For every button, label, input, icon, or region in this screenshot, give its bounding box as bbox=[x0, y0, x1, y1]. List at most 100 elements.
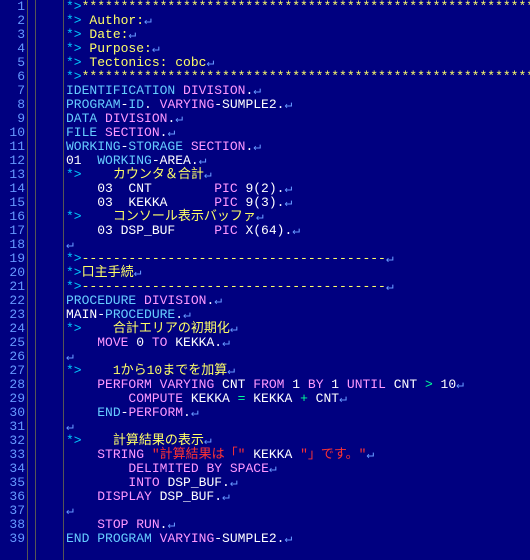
eol-marker: ↵ bbox=[214, 293, 222, 308]
code-line[interactable]: PROCEDURE DIVISION.↵ bbox=[66, 294, 530, 308]
code-line[interactable]: END-PERFORM.↵ bbox=[66, 406, 530, 420]
line-number: 35 bbox=[0, 476, 25, 490]
code-token: 03 CNT bbox=[66, 181, 214, 196]
code-line[interactable]: PERFORM VARYING CNT FROM 1 BY 1 UNTIL CN… bbox=[66, 378, 530, 392]
code-line[interactable]: *> Purpose:↵ bbox=[66, 42, 530, 56]
line-number: 22 bbox=[0, 294, 25, 308]
code-line[interactable]: DATA DIVISION.↵ bbox=[66, 112, 530, 126]
code-token: DIVISION bbox=[105, 111, 167, 126]
line-number: 13 bbox=[0, 168, 25, 182]
code-line[interactable]: *>--------------------------------------… bbox=[66, 280, 530, 294]
line-number: 16 bbox=[0, 210, 25, 224]
code-token: -AREA. bbox=[152, 153, 199, 168]
code-line[interactable]: *>口主手続↵ bbox=[66, 266, 530, 280]
code-line[interactable]: *> コンソール表示バッファ↵ bbox=[66, 210, 530, 224]
eol-marker: ↵ bbox=[292, 223, 300, 238]
code-line[interactable]: *>**************************************… bbox=[66, 70, 530, 84]
code-line[interactable]: STRING "計算結果は「" KEKKA "」です。"↵ bbox=[66, 448, 530, 462]
eol-marker: ↵ bbox=[284, 97, 292, 112]
code-line[interactable]: IDENTIFICATION DIVISION.↵ bbox=[66, 84, 530, 98]
code-token: DIVISION bbox=[144, 293, 206, 308]
eol-marker: ↵ bbox=[222, 335, 230, 350]
line-number: 26 bbox=[0, 350, 25, 364]
code-token: UNTIL bbox=[347, 377, 386, 392]
eol-marker: ↵ bbox=[253, 83, 261, 98]
code-line[interactable]: *> カウンタ＆合計↵ bbox=[66, 168, 530, 182]
code-token: *> bbox=[66, 13, 82, 28]
code-token: KEKKA bbox=[183, 391, 238, 406]
eol-marker: ↵ bbox=[128, 27, 136, 42]
code-line[interactable]: ↵ bbox=[66, 238, 530, 252]
code-token: STOP bbox=[97, 517, 128, 532]
code-line[interactable]: STOP RUN.↵ bbox=[66, 518, 530, 532]
code-token: *> bbox=[66, 27, 82, 42]
code-token: DELIMITED bbox=[128, 461, 198, 476]
code-token: コンソール表示バッファ bbox=[82, 209, 256, 224]
code-line[interactable]: FILE SECTION.↵ bbox=[66, 126, 530, 140]
code-line[interactable]: *> 合計エリアの初期化↵ bbox=[66, 322, 530, 336]
code-line[interactable]: MAIN-PROCEDURE.↵ bbox=[66, 308, 530, 322]
code-token: PIC bbox=[214, 223, 237, 238]
eol-marker: ↵ bbox=[167, 125, 175, 140]
code-line[interactable]: *>**************************************… bbox=[66, 0, 530, 14]
code-line[interactable]: *> 1から10までを加算↵ bbox=[66, 364, 530, 378]
line-number: 28 bbox=[0, 378, 25, 392]
eol-marker: ↵ bbox=[284, 531, 292, 546]
line-number: 20 bbox=[0, 266, 25, 280]
code-line[interactable]: ↵ bbox=[66, 504, 530, 518]
code-token: 1 bbox=[324, 377, 347, 392]
code-line[interactable]: 03 DSP_BUF PIC X(64).↵ bbox=[66, 224, 530, 238]
eol-marker: ↵ bbox=[66, 237, 74, 252]
code-token: "」です。" bbox=[300, 447, 366, 462]
code-line[interactable]: MOVE 0 TO KEKKA.↵ bbox=[66, 336, 530, 350]
eol-marker: ↵ bbox=[66, 503, 74, 518]
code-line[interactable]: ↵ bbox=[66, 350, 530, 364]
eol-marker: ↵ bbox=[230, 475, 238, 490]
line-number: 33 bbox=[0, 448, 25, 462]
code-token: *> bbox=[66, 321, 82, 336]
code-token: PIC bbox=[214, 195, 237, 210]
code-line[interactable]: *> 計算結果の表示↵ bbox=[66, 434, 530, 448]
code-line[interactable]: ↵ bbox=[66, 420, 530, 434]
code-area[interactable]: *>**************************************… bbox=[64, 0, 530, 560]
line-number: 25 bbox=[0, 336, 25, 350]
code-token: BY bbox=[308, 377, 324, 392]
eol-marker: ↵ bbox=[366, 447, 374, 462]
code-line[interactable]: *> Author:↵ bbox=[66, 14, 530, 28]
code-token: COMPUTE bbox=[128, 391, 183, 406]
code-token: MAIN- bbox=[66, 307, 105, 322]
code-line[interactable]: COMPUTE KEKKA = KEKKA + CNT↵ bbox=[66, 392, 530, 406]
code-token: ID bbox=[128, 97, 144, 112]
code-token: WORKING bbox=[97, 153, 152, 168]
line-number: 18 bbox=[0, 238, 25, 252]
code-token: 01 bbox=[66, 153, 97, 168]
code-token: PROGRAM bbox=[97, 531, 152, 546]
code-token: "計算結果は「" bbox=[152, 447, 246, 462]
code-line[interactable]: WORKING-STORAGE SECTION.↵ bbox=[66, 140, 530, 154]
code-line[interactable]: INTO DSP_BUF.↵ bbox=[66, 476, 530, 490]
code-line[interactable]: *> Date:↵ bbox=[66, 28, 530, 42]
code-line[interactable]: END PROGRAM VARYING-SUMPLE2.↵ bbox=[66, 532, 530, 546]
code-token: SPACE bbox=[230, 461, 269, 476]
code-line[interactable]: 03 KEKKA PIC 9(3).↵ bbox=[66, 196, 530, 210]
eol-marker: ↵ bbox=[199, 153, 207, 168]
code-token: PERFORM bbox=[128, 405, 183, 420]
code-line[interactable]: PROGRAM-ID. VARYING-SUMPLE2.↵ bbox=[66, 98, 530, 112]
code-line[interactable]: 03 CNT PIC 9(2).↵ bbox=[66, 182, 530, 196]
code-token: -SUMPLE2. bbox=[214, 531, 284, 546]
code-token: *> bbox=[66, 0, 82, 14]
code-token: ****************************************… bbox=[82, 0, 530, 14]
code-line[interactable]: *>--------------------------------------… bbox=[66, 252, 530, 266]
eol-marker: ↵ bbox=[456, 377, 464, 392]
code-line[interactable]: 01 WORKING-AREA.↵ bbox=[66, 154, 530, 168]
code-line[interactable]: DELIMITED BY SPACE↵ bbox=[66, 462, 530, 476]
code-editor[interactable]: 1234567891011121314151617181920212223242… bbox=[0, 0, 530, 560]
code-token: ****************************************… bbox=[82, 69, 530, 84]
line-number: 10 bbox=[0, 126, 25, 140]
eol-marker: ↵ bbox=[256, 209, 264, 224]
code-token: CNT bbox=[308, 391, 339, 406]
code-line[interactable]: DISPLAY DSP_BUF.↵ bbox=[66, 490, 530, 504]
code-token: SECTION bbox=[191, 139, 246, 154]
eol-marker: ↵ bbox=[175, 111, 183, 126]
code-line[interactable]: *> Tectonics: cobc↵ bbox=[66, 56, 530, 70]
